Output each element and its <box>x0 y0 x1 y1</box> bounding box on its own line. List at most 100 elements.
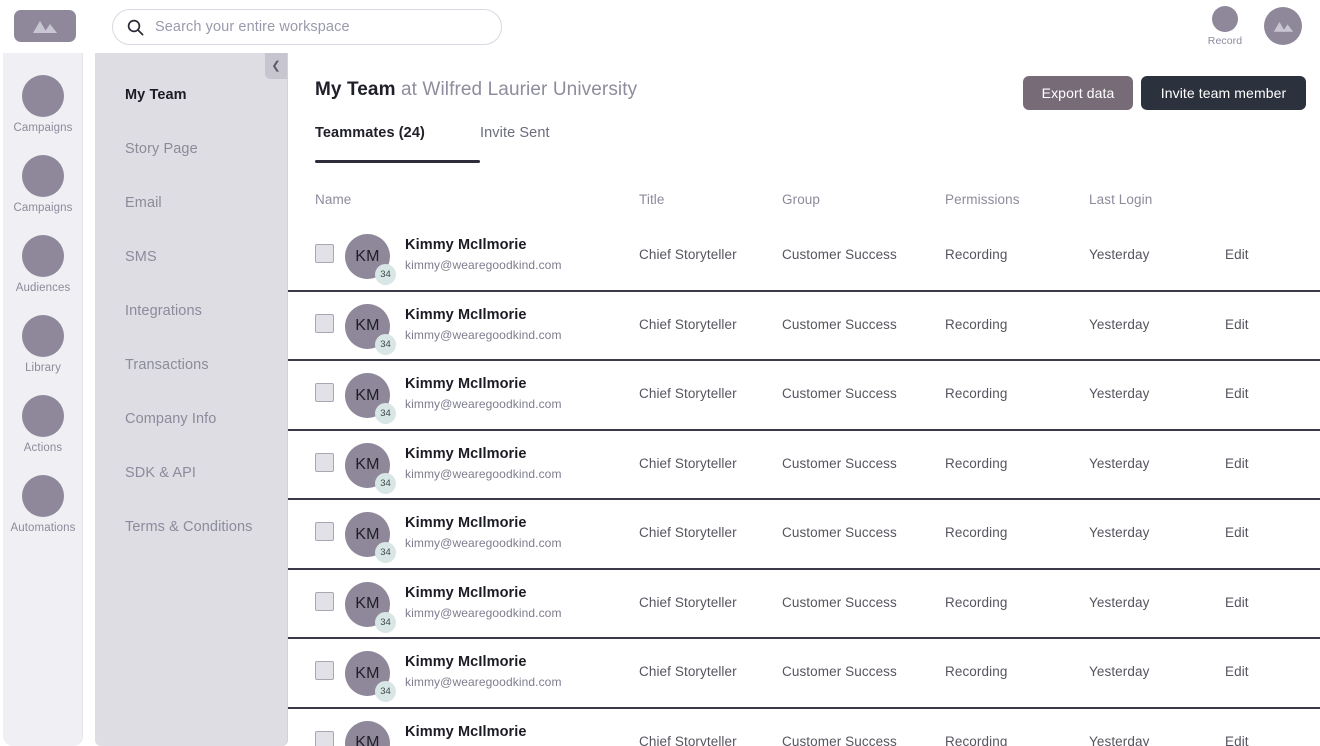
cell-title: Chief Storyteller <box>639 594 737 610</box>
subnav-item-transactions[interactable]: Transactions <box>125 357 209 373</box>
cell-last-login: Yesterday <box>1089 733 1150 746</box>
table-row[interactable]: KM34Kimmy McIlmoriekimmy@wearegoodkind.c… <box>287 639 1320 709</box>
sidebar-item-label: Actions <box>23 442 63 454</box>
avatar-initials: KM <box>355 595 380 612</box>
row-checkbox[interactable] <box>315 661 334 680</box>
subnav-item-terms-conditions[interactable]: Terms & Conditions <box>125 519 253 535</box>
column-header-last-login: Last Login <box>1089 192 1153 207</box>
sidebar-item-campaigns-1[interactable]: Campaigns <box>3 155 83 214</box>
row-checkbox[interactable] <box>315 730 334 746</box>
table-row[interactable]: KM34Kimmy McIlmoriekimmy@wearegoodkind.c… <box>287 222 1320 292</box>
page-title-suffix: at Wilfred Laurier University <box>395 79 638 100</box>
page-title: My Team at Wilfred Laurier University <box>315 79 637 101</box>
cell-permissions: Recording <box>945 594 1008 610</box>
edit-link[interactable]: Edit <box>1225 456 1249 471</box>
cell-group: Customer Success <box>782 733 897 746</box>
table-row[interactable]: KM34Kimmy McIlmoriekimmy@wearegoodkind.c… <box>287 709 1320 746</box>
app-logo[interactable] <box>14 10 76 42</box>
table-row[interactable]: KM34Kimmy McIlmoriekimmy@wearegoodkind.c… <box>287 431 1320 500</box>
edit-link[interactable]: Edit <box>1225 525 1249 540</box>
sidebar-item-audiences-2[interactable]: Audiences <box>3 235 83 294</box>
cell-last-login: Yesterday <box>1089 664 1150 679</box>
cell-email: kimmy@wearegoodkind.com <box>405 536 562 550</box>
record-dot-icon <box>1212 6 1238 32</box>
cell-group: Customer Success <box>782 594 897 610</box>
search-icon <box>127 19 144 35</box>
cell-last-login: Yesterday <box>1089 247 1150 262</box>
cell-name: Kimmy McIlmorie <box>405 723 527 740</box>
cell-permissions: Recording <box>945 664 1008 679</box>
table-row[interactable]: KM34Kimmy McIlmoriekimmy@wearegoodkind.c… <box>287 292 1320 361</box>
campaigns-icon <box>22 155 64 197</box>
export-data-button[interactable]: Export data <box>1023 76 1133 110</box>
cell-name: Kimmy McIlmorie <box>405 376 527 392</box>
row-checkbox[interactable] <box>315 452 334 472</box>
cell-group: Customer Success <box>782 455 897 471</box>
edit-link[interactable]: Edit <box>1225 317 1249 332</box>
table-row[interactable]: KM34Kimmy McIlmoriekimmy@wearegoodkind.c… <box>287 570 1320 639</box>
subnav-item-sdk-api[interactable]: SDK & API <box>125 465 196 481</box>
sidebar-item-library-3[interactable]: Library <box>3 315 83 374</box>
edit-link[interactable]: Edit <box>1225 664 1249 679</box>
row-checkbox[interactable] <box>315 522 334 541</box>
avatar: KM <box>345 720 390 746</box>
edit-link[interactable]: Edit <box>1225 386 1249 401</box>
row-checkbox[interactable] <box>315 591 334 611</box>
cell-name: Kimmy McIlmorie <box>405 515 527 531</box>
cell-name: Kimmy McIlmorie <box>405 237 527 253</box>
avatar-initials: KM <box>355 664 380 682</box>
primary-sidebar: Campaigns Campaigns Audiences Library Action… <box>3 53 83 746</box>
row-checkbox[interactable] <box>315 383 334 402</box>
tab-teammates-24[interactable]: Teammates (24) <box>315 125 425 157</box>
edit-link[interactable]: Edit <box>1225 595 1249 610</box>
main-content: My Team at Wilfred Laurier University Ex… <box>287 53 1320 746</box>
edit-link[interactable]: Edit <box>1225 247 1249 262</box>
avatar-badge: 34 <box>375 472 396 494</box>
record-label: Record <box>1207 35 1243 47</box>
avatar-badge: 34 <box>375 333 396 355</box>
row-checkbox[interactable] <box>315 313 334 333</box>
subnav-item-my-team[interactable]: My Team <box>125 87 187 103</box>
cell-group: Customer Success <box>782 386 897 401</box>
subnav-item-integrations[interactable]: Integrations <box>125 303 202 319</box>
sidebar-item-automations-5[interactable]: Automations <box>3 475 83 534</box>
library-icon <box>22 315 64 357</box>
subnav-item-sms[interactable]: SMS <box>125 249 157 265</box>
table-row[interactable]: KM34 Kimmy McIlmorie kimmy@wearegoodkind.c… <box>287 500 1320 570</box>
record-button[interactable]: Record <box>1205 6 1245 47</box>
avatar-badge: 34 <box>375 542 396 563</box>
page-title-main: My Team <box>315 79 396 100</box>
table-row[interactable]: KM34Kimmy McIlmoriekimmy@wearegoodkind.c… <box>287 361 1320 431</box>
sidebar-item-actions-4[interactable]: Actions <box>3 395 83 454</box>
sidebar-collapse-button[interactable]: ❮ <box>265 53 287 79</box>
cell-last-login: Yesterday <box>1089 525 1150 540</box>
column-header-permissions: Permissions <box>945 192 1020 207</box>
chevron-left-icon: ❮ <box>271 59 281 72</box>
mountain-logo-icon <box>33 20 57 33</box>
cell-permissions: Recording <box>945 316 1008 332</box>
cell-title: Chief Storyteller <box>639 386 737 401</box>
cell-last-login: Yesterday <box>1089 455 1150 471</box>
actions-icon <box>22 395 64 437</box>
sidebar-item-label: Campaigns <box>13 122 73 134</box>
cell-title: Chief Storyteller <box>639 733 737 746</box>
invite-team-member-button[interactable]: Invite team member <box>1141 76 1306 110</box>
avatar-initials: KM <box>355 456 380 473</box>
avatar-initials: KM <box>355 525 380 543</box>
cell-name: Kimmy McIlmorie <box>405 654 527 670</box>
cell-last-login: Yesterday <box>1089 316 1150 332</box>
row-checkbox[interactable] <box>315 244 334 263</box>
edit-link[interactable]: Edit <box>1225 734 1249 746</box>
campaigns-icon <box>22 75 64 117</box>
sidebar-item-campaigns-0[interactable]: Campaigns <box>3 75 83 134</box>
cell-permissions: Recording <box>945 455 1008 471</box>
tab-invite-sent[interactable]: Invite Sent <box>480 125 550 157</box>
subnav-item-company-info[interactable]: Company Info <box>125 411 216 427</box>
subnav-item-email[interactable]: Email <box>125 195 162 211</box>
cell-permissions: Recording <box>945 733 1008 746</box>
avatar[interactable] <box>1264 7 1302 45</box>
search-input[interactable]: Search your entire workspace <box>112 9 502 45</box>
table-body: KM 34 Kimmy McIlmorie kimmy@wearegoodkind.c… <box>287 222 1320 746</box>
cell-name: Kimmy McIlmorie <box>405 584 527 601</box>
subnav-item-story-page[interactable]: Story Page <box>125 141 198 157</box>
